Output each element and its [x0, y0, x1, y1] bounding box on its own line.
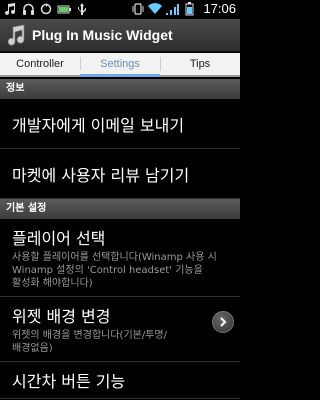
- status-time: 17:06: [203, 1, 236, 16]
- signal-icon: [165, 2, 180, 16]
- summary-line: 배경없음): [12, 343, 53, 354]
- pref-summary: 사용할 플레이어를 선택합니다(Winamp 사용 시 Winamp 설정의 '…: [12, 251, 240, 290]
- wifi-icon: [148, 2, 163, 16]
- pref-title: 위젯 배경 변경: [12, 307, 111, 326]
- change-widget-background[interactable]: 위젯 배경 변경 위젯의 배경을 변경합니다(기본/투명/ 배경없음): [0, 297, 240, 362]
- sync-icon: [39, 2, 53, 16]
- headset-icon: [21, 2, 35, 16]
- summary-line: 사용할 플레이어를 선택합니다(Winamp 사용 시: [12, 252, 217, 263]
- pref-summary: 위젯의 배경을 변경합니다(기본/투명/ 배경없음): [12, 329, 240, 355]
- chevron-right-icon[interactable]: [212, 311, 234, 333]
- pref-title: 개발자에게 이메일 보내기: [12, 115, 185, 135]
- battery-icon: [182, 1, 196, 16]
- tab-controller[interactable]: Controller: [0, 53, 80, 77]
- tab-tips[interactable]: Tips: [160, 53, 240, 77]
- section-header-basic-settings: 기본 설정: [0, 199, 240, 219]
- leave-market-review[interactable]: 마켓에 사용자 리뷰 남기기: [0, 149, 240, 199]
- status-left-icons: [3, 2, 89, 16]
- tab-settings[interactable]: Settings: [80, 53, 160, 77]
- select-player[interactable]: 플레이어 선택 사용할 플레이어를 선택합니다(Winamp 사용 시 Wina…: [0, 219, 240, 297]
- pref-title: 플레이어 선택: [12, 229, 106, 248]
- app-title: Plug In Music Widget: [32, 27, 173, 43]
- settings-list[interactable]: 정보 개발자에게 이메일 보내기 마켓에 사용자 리뷰 남기기 기본 설정 플레…: [0, 79, 240, 400]
- status-right-icons: 17:06: [131, 1, 236, 16]
- music-note-icon: [4, 24, 26, 46]
- usb-icon: [75, 2, 89, 16]
- summary-line: 활성화 해야합니다): [12, 278, 93, 289]
- pref-title: 시간차 버튼 기능: [12, 372, 126, 391]
- title-bar: Plug In Music Widget: [0, 19, 240, 52]
- summary-line: Winamp 설정의 'Control headset' 기능을: [12, 265, 203, 276]
- music-note-icon: [3, 2, 17, 16]
- section-header-info: 정보: [0, 79, 240, 99]
- tab-bar: Controller Settings Tips: [0, 53, 240, 77]
- vibrate-icon: [131, 2, 145, 16]
- send-email-to-developer[interactable]: 개발자에게 이메일 보내기: [0, 99, 240, 149]
- battery-percent-icon: [57, 2, 71, 16]
- summary-line: 위젯의 배경을 변경합니다(기본/투명/: [12, 330, 167, 341]
- status-bar: 17:06: [0, 0, 240, 19]
- delayed-button-function[interactable]: 시간차 버튼 기능: [0, 362, 240, 399]
- pref-title: 마켓에 사용자 리뷰 남기기: [12, 165, 190, 185]
